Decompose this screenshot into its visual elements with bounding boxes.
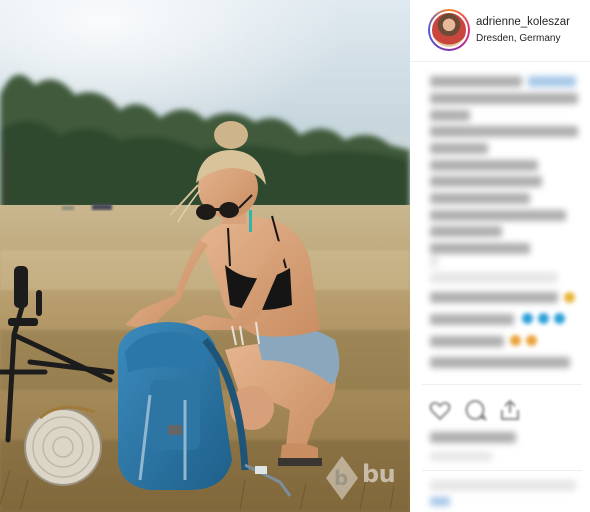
post-header: adrienne_koleszar Dresden, Germany [410,0,590,62]
blurred-likes-count [430,432,516,443]
share-icon[interactable] [498,398,522,422]
emoji-icon [564,292,575,303]
blurred-caption-line [430,193,530,204]
blurred-hashtag [528,76,576,87]
blurred-caption-line [430,143,488,154]
divider [422,384,582,385]
blurred-caption-line [430,93,578,104]
divider [422,470,582,471]
emoji-icon [522,313,533,324]
blurred-caption-line [430,126,578,137]
emoji-icon [526,335,537,346]
avatar-image [430,11,468,49]
heart-icon[interactable] [428,398,452,422]
blurred-see-translation [430,272,558,283]
post-sidebar: adrienne_koleszar Dresden, Germany [410,0,590,512]
comment-icon[interactable] [464,398,488,422]
blurred-caption-line [430,243,530,254]
blurred-login-link[interactable] [430,497,450,506]
blurred-caption-line [430,176,542,187]
emoji-icon [554,313,565,324]
blurred-comment [430,357,570,368]
watermark-text: bu [362,460,396,488]
photo-scene [0,0,410,512]
blurred-caption-line [430,160,538,171]
blurred-caption-line [430,76,522,87]
blurred-caption-line [430,226,502,237]
blurred-caption-line [430,110,470,121]
blurred-timestamp [430,452,492,461]
username[interactable]: adrienne_koleszar [476,16,570,28]
avatar[interactable] [428,9,470,51]
emoji-icon [510,335,521,346]
blurred-caption-line [430,256,438,267]
blurred-caption-line [430,210,566,221]
location[interactable]: Dresden, Germany [476,33,560,44]
emoji-icon [538,313,549,324]
svg-text:b: b [334,466,348,490]
blurred-comment [430,336,504,347]
blurred-login-prompt [430,480,576,491]
post-photo[interactable]: b bu [0,0,410,512]
blurred-comment [430,314,514,325]
blurred-comment [430,292,558,303]
